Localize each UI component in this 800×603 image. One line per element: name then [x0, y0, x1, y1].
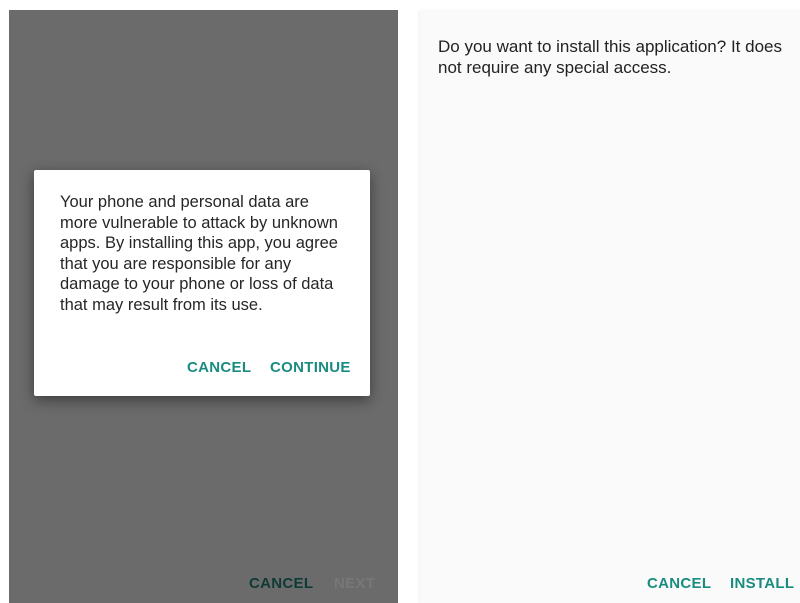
left-phone-screen: CANCEL NEXT Your phone and personal data…: [9, 10, 398, 603]
dialog-cancel-button[interactable]: CANCEL: [187, 359, 251, 376]
install-button[interactable]: INSTALL: [730, 575, 794, 592]
cancel-button[interactable]: CANCEL: [249, 575, 313, 592]
dialog-continue-button[interactable]: CONTINUE: [270, 359, 351, 376]
install-confirmation-message: Do you want to install this application?…: [438, 37, 782, 77]
right-phone-screen: Do you want to install this application?…: [420, 10, 800, 603]
dialog-message: Your phone and personal data are more vu…: [60, 193, 338, 314]
cancel-button[interactable]: CANCEL: [647, 575, 711, 592]
next-button[interactable]: NEXT: [334, 575, 375, 592]
unknown-apps-warning-dialog: Your phone and personal data are more vu…: [34, 170, 370, 396]
right-bottom-bar: CANCEL INSTALL: [420, 565, 800, 603]
left-bottom-bar: CANCEL NEXT: [9, 565, 398, 603]
